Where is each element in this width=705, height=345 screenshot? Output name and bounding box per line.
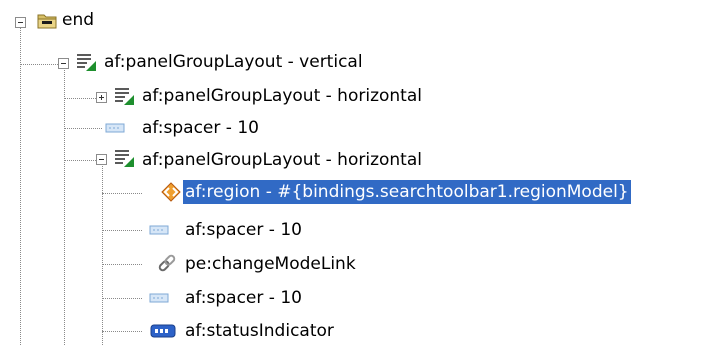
link-icon xyxy=(158,254,176,272)
collapse-toggle[interactable] xyxy=(58,58,69,69)
tree-node-panel-group-layout-vertical[interactable]: af:panelGroupLayout - vertical xyxy=(102,50,365,74)
tree-guide-line xyxy=(102,331,142,332)
tree-node-panel-group-layout-horizontal[interactable]: af:panelGroupLayout - horizontal xyxy=(140,84,424,108)
tree-node-change-mode-link[interactable]: pe:changeModeLink xyxy=(183,252,358,276)
panel-group-layout-icon xyxy=(77,54,96,71)
tree-guide-line xyxy=(102,160,103,345)
status-indicator-icon xyxy=(150,324,176,338)
panel-group-layout-icon xyxy=(115,88,134,105)
region-icon xyxy=(161,182,181,202)
tree-node-spacer[interactable]: af:spacer - 10 xyxy=(183,286,304,310)
tree-guide-line xyxy=(64,128,102,129)
tree-guide-line xyxy=(102,264,142,265)
tree-guide-line xyxy=(20,22,21,345)
tree-node-status-indicator[interactable]: af:statusIndicator xyxy=(183,319,336,343)
tree-guide-line xyxy=(102,193,142,194)
collapse-toggle[interactable] xyxy=(15,17,26,28)
tree-node-panel-group-layout-horizontal[interactable]: af:panelGroupLayout - horizontal xyxy=(140,148,424,172)
tree-node-spacer[interactable]: af:spacer - 10 xyxy=(140,116,261,140)
panel-group-layout-icon xyxy=(115,150,134,167)
tree-guide-line xyxy=(102,230,142,231)
expand-toggle[interactable] xyxy=(96,92,107,103)
tree-node-spacer[interactable]: af:spacer - 10 xyxy=(183,218,304,242)
tree-node-end[interactable]: end xyxy=(60,8,96,32)
structure-tree: end af:panelGroupLayout - vertical af:pa… xyxy=(0,0,705,345)
spacer-icon xyxy=(149,225,169,235)
spacer-icon xyxy=(149,293,169,303)
folder-icon xyxy=(37,14,57,29)
tree-node-region[interactable]: af:region - #{bindings.searchtoolbar1.re… xyxy=(183,180,631,204)
tree-guide-line xyxy=(102,298,142,299)
tree-guide-line xyxy=(64,62,65,345)
collapse-toggle[interactable] xyxy=(96,154,107,165)
spacer-icon xyxy=(105,123,125,133)
